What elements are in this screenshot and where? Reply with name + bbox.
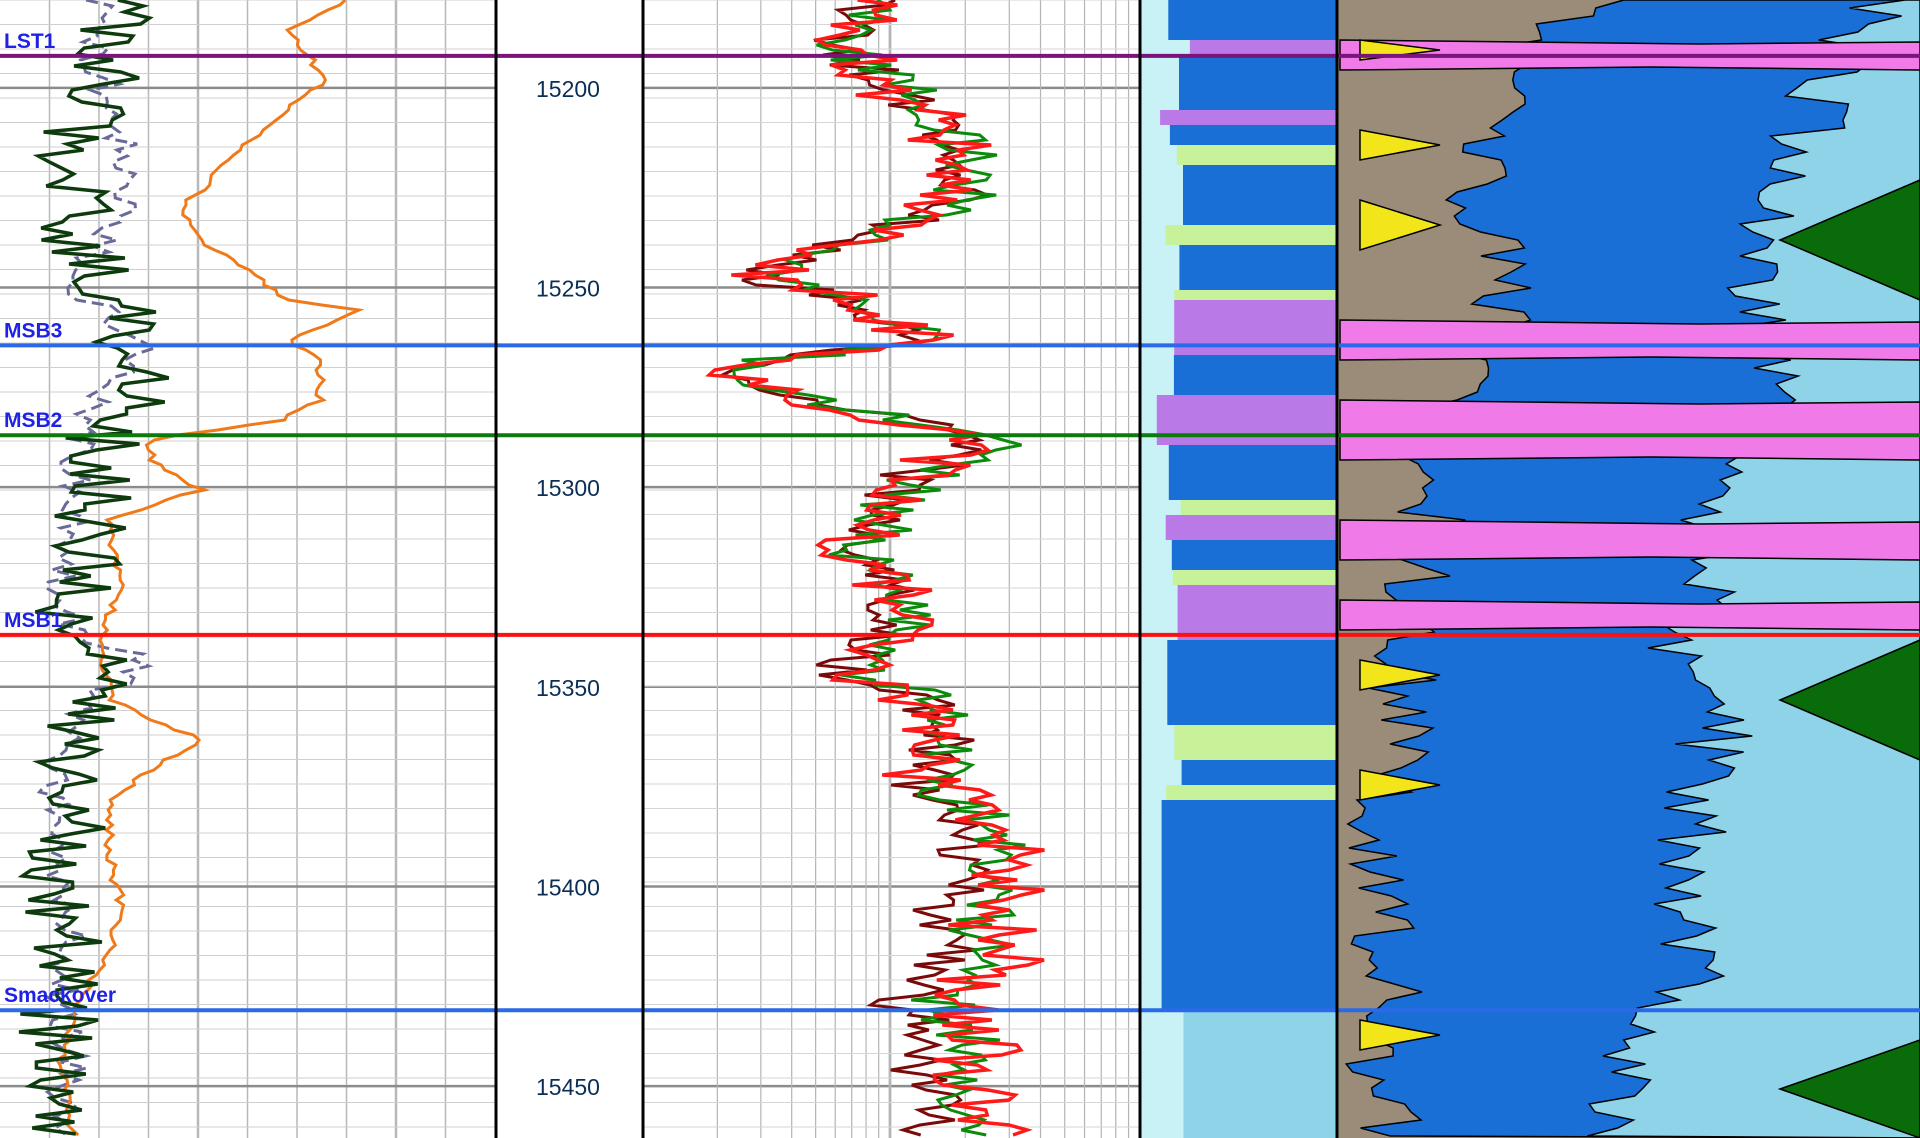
resistivity-deep-curve (717, 0, 992, 1137)
lith-band (1165, 225, 1337, 245)
lith-band (1166, 785, 1337, 800)
formation-top-label: MSB1 (4, 609, 63, 632)
lith-band (1183, 165, 1337, 225)
depth-tick-label: 15400 (536, 874, 600, 900)
lith-band (1167, 640, 1337, 725)
lith-band (1169, 125, 1337, 145)
anhydrite-fraction (1339, 599, 1920, 631)
depth-labels: 15200 15250 15300 15350 15400 15450 (536, 76, 600, 1100)
formation-top-label: Smackover (4, 984, 116, 1007)
lith-band (1160, 110, 1337, 125)
formation-top-label: LST1 (4, 30, 56, 53)
lith-band (1161, 800, 1337, 1010)
lith-band (1168, 0, 1337, 40)
depth-tick-label: 15300 (536, 475, 600, 501)
formation-top-label: MSB3 (4, 319, 62, 342)
lith-band (1176, 145, 1337, 165)
depth-tick-label: 15350 (536, 675, 600, 701)
lith-band (1171, 540, 1337, 570)
well-log-display: 15200 15250 15300 15350 15400 15450 LST1 MSB3 M… (0, 0, 1920, 1138)
lith-band (1156, 395, 1337, 445)
depth-tick-label: 15200 (536, 76, 600, 102)
lithology-column-track (1140, 0, 1337, 1138)
anhydrite-fraction (1339, 399, 1920, 461)
lith-band (1172, 570, 1337, 585)
lith-band (1165, 515, 1337, 540)
depth-tick-label: 15250 (536, 275, 600, 301)
mineral-fraction-fill (1337, 0, 1920, 1138)
lith-band (1181, 760, 1337, 785)
lith-band (1173, 355, 1337, 395)
lith-band (1179, 55, 1337, 110)
lith-band (1189, 40, 1337, 55)
mineral-fraction-track (1337, 0, 1920, 1138)
lith-band (1179, 245, 1337, 290)
formation-top-label: MSB2 (4, 409, 62, 432)
lith-band (1168, 445, 1337, 500)
lith-band (1174, 725, 1337, 760)
anhydrite-fraction (1339, 519, 1920, 561)
lith-band (1183, 1010, 1337, 1138)
lith-band (1177, 585, 1337, 640)
anhydrite-fraction (1339, 319, 1920, 361)
gamma-ray-curve (17, 0, 170, 1136)
lithology-column (1140, 0, 1337, 1138)
lith-band (1180, 500, 1337, 515)
depth-tick-label: 15450 (536, 1074, 600, 1100)
resistivity-track (641, 0, 1142, 1138)
depth-track: 15200 15250 15300 15350 15400 15450 (536, 76, 600, 1100)
lith-band (1174, 290, 1337, 300)
